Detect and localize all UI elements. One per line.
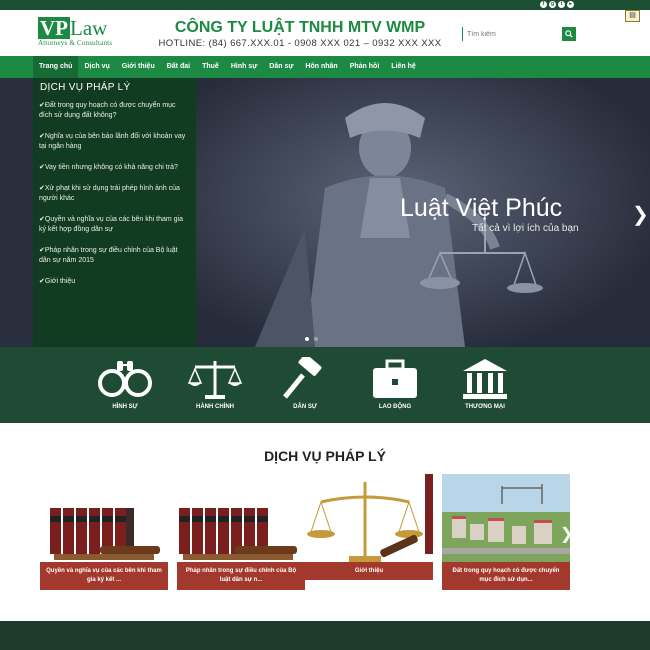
nav-item-contact[interactable]: Liên hệ — [385, 56, 422, 78]
golden-scales-image — [305, 474, 433, 574]
category-civil[interactable]: DÂN SỰ — [270, 357, 340, 410]
google-plus-icon[interactable]: g — [549, 1, 556, 8]
services-title: DỊCH VỤ PHÁP LÝ — [264, 448, 386, 464]
service-card-caption: Pháp nhân trong sự điều chỉnh của Bộ luậ… — [177, 562, 305, 590]
service-card-caption: Quyền và nghĩa vụ của các bên khi tham g… — [40, 562, 168, 590]
twitter-icon[interactable]: t — [558, 1, 565, 8]
sidebar-item[interactable]: ✔Quyền và nghĩa vụ của các bên khi tham … — [39, 215, 190, 235]
category-label: LAO ĐỘNG — [378, 404, 412, 410]
gavel-icon — [283, 357, 322, 399]
category-criminal[interactable]: HÌNH SỰ — [90, 357, 160, 410]
service-card[interactable]: Giới thiệu — [305, 474, 433, 592]
search-icon — [565, 30, 573, 38]
logo-law: Law — [70, 16, 108, 40]
sidebar-item-label: Đất trong quy hoạch có được chuyển mục đ… — [39, 102, 176, 119]
service-card[interactable]: Quyền và nghĩa vụ của các bên khi tham g… — [40, 474, 168, 592]
sidebar-item[interactable]: ✔Xử phạt khi sử dụng trái phép hình ảnh … — [39, 184, 190, 204]
sidebar-item[interactable]: ✔Giới thiệu — [39, 277, 190, 287]
scales-icon — [187, 361, 243, 399]
facebook-icon[interactable]: f — [540, 1, 547, 8]
youtube-icon[interactable]: ▸ — [567, 1, 574, 8]
category-label: HÌNH SỰ — [112, 404, 138, 410]
category-band: HÌNH SỰ HÀNH CHÍNH DÂN SỰ LAO ĐỘNG THƯƠN… — [0, 347, 650, 423]
books-gavel-image — [177, 474, 305, 574]
slider-dots — [305, 337, 318, 341]
nav-item-civil[interactable]: Dân sự — [263, 56, 299, 78]
footer — [0, 621, 650, 650]
sidebar-item-label: Vay tiền nhưng không có khả năng chi trả… — [44, 164, 178, 171]
service-card[interactable]: Đất trong quy hoạch có được chuyển mục đ… — [442, 474, 570, 592]
category-commercial[interactable]: THƯƠNG MẠI — [450, 357, 520, 410]
nav-item-criminal[interactable]: Hình sự — [225, 56, 263, 78]
handcuffs-icon — [98, 361, 152, 397]
courthouse-icon — [463, 359, 507, 399]
slider-dot[interactable] — [314, 337, 318, 341]
hotline: HOTLINE: (84) 667.XXX.01 - 0908 XXX 021 … — [158, 38, 442, 49]
category-label: HÀNH CHÍNH — [196, 404, 234, 410]
nav-item-feedback[interactable]: Phản hồi — [344, 56, 386, 78]
sidebar-item[interactable]: ✔Nghĩa vụ của bên bảo lãnh đối với khoản… — [39, 132, 190, 152]
hero-subtitle: Tất cả vì lợi ích của bạn — [472, 223, 579, 234]
nav-item-about[interactable]: Giới thiệu — [116, 56, 161, 78]
sidebar-item-label: Pháp nhân trong sự điều chỉnh của Bộ luậ… — [39, 247, 178, 264]
category-label: DÂN SỰ — [293, 404, 317, 410]
logo-tagline: Attorneys & Consultants — [38, 39, 113, 47]
top-strip: f g t ▸ — [0, 0, 650, 10]
site-logo[interactable]: VPLaw Attorneys & Consultants — [38, 17, 112, 47]
logo-vp: VP — [38, 16, 70, 40]
nav-item-tax[interactable]: Thuế — [196, 56, 225, 78]
sidebar-item-label: Nghĩa vụ của bên bảo lãnh đối với khoản … — [39, 133, 186, 150]
nav-item-home[interactable]: Trang chủ — [33, 56, 79, 78]
books-gavel-image — [40, 474, 168, 574]
sidebar-title: DỊCH VỤ PHÁP LÝ — [40, 82, 131, 93]
search-button[interactable] — [562, 27, 576, 41]
hero-slider: Luật Việt Phúc Tất cả vì lợi ích của bạn… — [0, 78, 650, 347]
cart-icon[interactable]: ▤ — [625, 10, 640, 22]
slider-dot[interactable] — [305, 337, 309, 341]
category-labor[interactable]: LAO ĐỘNG — [360, 357, 430, 410]
urban-planning-image — [442, 474, 570, 574]
sidebar-item-label: Quyền và nghĩa vụ của các bên khi tham g… — [39, 216, 184, 233]
nav-item-marriage[interactable]: Hôn nhân — [299, 56, 343, 78]
carousel-next-button[interactable]: ❯ — [560, 524, 573, 544]
category-label: THƯƠNG MẠI — [465, 404, 505, 410]
hero-title: Luật Việt Phúc — [400, 194, 563, 222]
sidebar-services: DỊCH VỤ PHÁP LÝ ✔Đất trong quy hoạch có … — [33, 78, 196, 347]
sidebar-item[interactable]: ✔Đất trong quy hoạch có được chuyển mục … — [39, 101, 190, 121]
sidebar-item[interactable]: ✔Vay tiền nhưng không có khả năng chi tr… — [39, 163, 190, 173]
service-card[interactable]: Pháp nhân trong sự điều chỉnh của Bộ luậ… — [177, 474, 305, 592]
briefcase-icon — [373, 359, 417, 398]
slider-next-button[interactable]: ❯ — [632, 202, 649, 227]
main-nav: Trang chủ Dịch vụ Giới thiệu Đất đai Thu… — [0, 56, 650, 78]
search-box — [462, 27, 576, 41]
category-administrative[interactable]: HÀNH CHÍNH — [180, 357, 250, 410]
social-links: f g t ▸ — [540, 1, 574, 8]
service-card-caption: Đất trong quy hoạch có được chuyển mục đ… — [442, 562, 570, 590]
search-input[interactable] — [463, 27, 563, 41]
nav-item-land[interactable]: Đất đai — [161, 56, 196, 78]
sidebar-item-label: Xử phạt khi sử dụng trái phép hình ảnh c… — [39, 185, 180, 202]
sidebar-item-label: Giới thiệu — [44, 278, 76, 285]
company-name: CÔNG TY LUẬT TNHH MTV WMP — [174, 19, 426, 36]
sidebar-item[interactable]: ✔Pháp nhân trong sự điều chỉnh của Bộ lu… — [39, 246, 190, 266]
nav-item-services[interactable]: Dịch vụ — [78, 56, 115, 78]
carousel-prev-button[interactable]: ❮ — [37, 524, 50, 544]
service-card-caption: Giới thiệu — [305, 562, 433, 580]
